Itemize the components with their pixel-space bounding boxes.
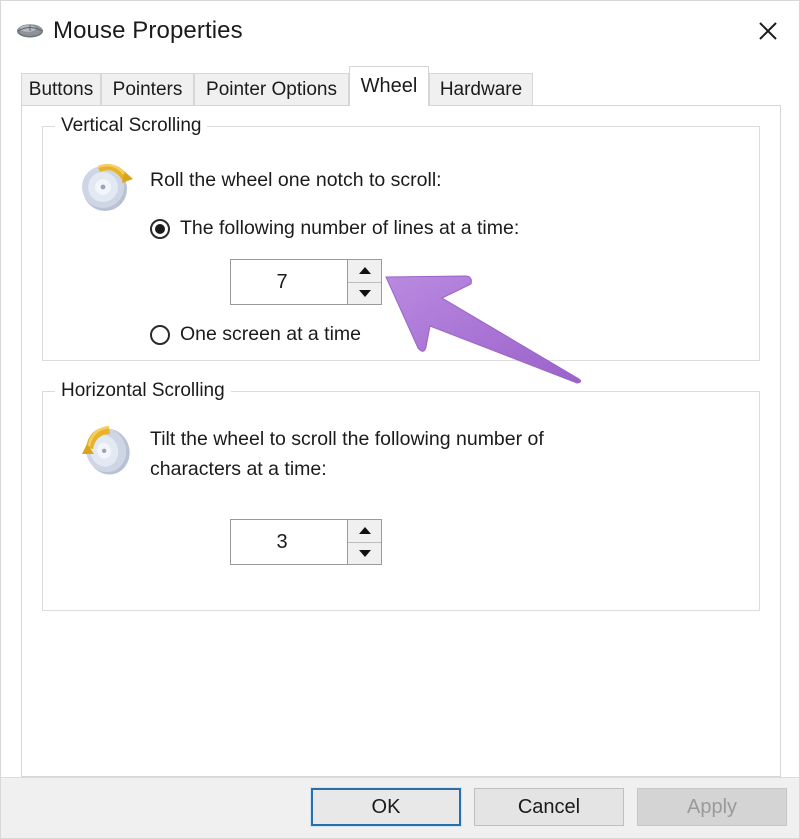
- apply-button: Apply: [637, 788, 787, 826]
- characters-spinner-up-button[interactable]: [348, 520, 381, 543]
- horizontal-scrolling-description: Tilt the wheel to scroll the following n…: [150, 428, 544, 480]
- radio-indicator: [150, 324, 170, 345]
- radio-indicator: [150, 218, 170, 239]
- lines-spinner-buttons: [347, 260, 381, 304]
- radio-one-screen-at-a-time[interactable]: One screen at a time: [150, 323, 361, 346]
- horizontal-scrolling-group: Horizontal Scrolling Tilt the wheel to s: [42, 380, 760, 611]
- dialog-footer: OK Cancel Apply: [1, 777, 799, 838]
- characters-spinner-down-button[interactable]: [348, 542, 381, 564]
- characters-spinner-buttons: [347, 520, 381, 564]
- mouse-wheel-horizontal-icon: [78, 416, 136, 478]
- tab-label: Hardware: [439, 78, 523, 100]
- tab-wheel[interactable]: Wheel: [349, 66, 429, 106]
- radio-lines-at-a-time[interactable]: The following number of lines at a time:: [150, 217, 519, 240]
- vertical-scrolling-description: Roll the wheel one notch to scroll:: [150, 169, 442, 191]
- tab-pointers[interactable]: Pointers: [101, 73, 194, 105]
- triangle-up-icon: [358, 527, 371, 535]
- vertical-scrolling-group: Vertical Scrolling Roll the wheel one no…: [42, 115, 760, 361]
- triangle-down-icon: [358, 549, 371, 557]
- lines-spinner-down-button[interactable]: [348, 282, 381, 304]
- close-button[interactable]: [743, 9, 793, 53]
- apply-button-label: Apply: [686, 795, 738, 818]
- wheel-tab-panel: Vertical Scrolling Roll the wheel one no…: [21, 105, 781, 777]
- tab-label: Buttons: [28, 78, 94, 100]
- characters-spinner-value[interactable]: 3: [231, 520, 347, 564]
- lines-spinner-up-button[interactable]: [348, 260, 381, 283]
- triangle-up-icon: [358, 267, 371, 275]
- vertical-scrolling-legend: Vertical Scrolling: [55, 115, 208, 137]
- radio-label: The following number of lines at a time:: [180, 217, 520, 239]
- characters-spinner[interactable]: 3: [230, 519, 382, 565]
- close-icon: [759, 22, 777, 40]
- cancel-button-label: Cancel: [517, 795, 581, 818]
- tab-strip: Buttons Pointers Pointer Options Wheel H…: [1, 61, 799, 106]
- horizontal-scrolling-legend: Horizontal Scrolling: [55, 380, 231, 402]
- radio-label: One screen at a time: [180, 323, 362, 345]
- triangle-down-icon: [358, 289, 371, 297]
- lines-spinner-value[interactable]: 7: [231, 260, 347, 304]
- mouse-properties-dialog: Mouse Properties Buttons Pointers Pointe…: [0, 0, 800, 839]
- tab-hardware[interactable]: Hardware: [429, 73, 533, 105]
- ok-button[interactable]: OK: [311, 788, 461, 826]
- mouse-wheel-vertical-icon: [78, 153, 136, 215]
- tab-buttons[interactable]: Buttons: [21, 73, 101, 105]
- cancel-button[interactable]: Cancel: [474, 788, 624, 826]
- ok-button-label: OK: [371, 795, 401, 818]
- mouse-icon: [15, 21, 45, 39]
- tab-label: Pointer Options: [206, 78, 337, 100]
- tab-label: Wheel: [360, 75, 418, 97]
- page-title: Mouse Properties: [53, 17, 243, 44]
- tab-label: Pointers: [112, 78, 183, 100]
- tab-pointer-options[interactable]: Pointer Options: [194, 73, 349, 105]
- lines-spinner[interactable]: 7: [230, 259, 382, 305]
- title-bar: Mouse Properties: [1, 1, 799, 61]
